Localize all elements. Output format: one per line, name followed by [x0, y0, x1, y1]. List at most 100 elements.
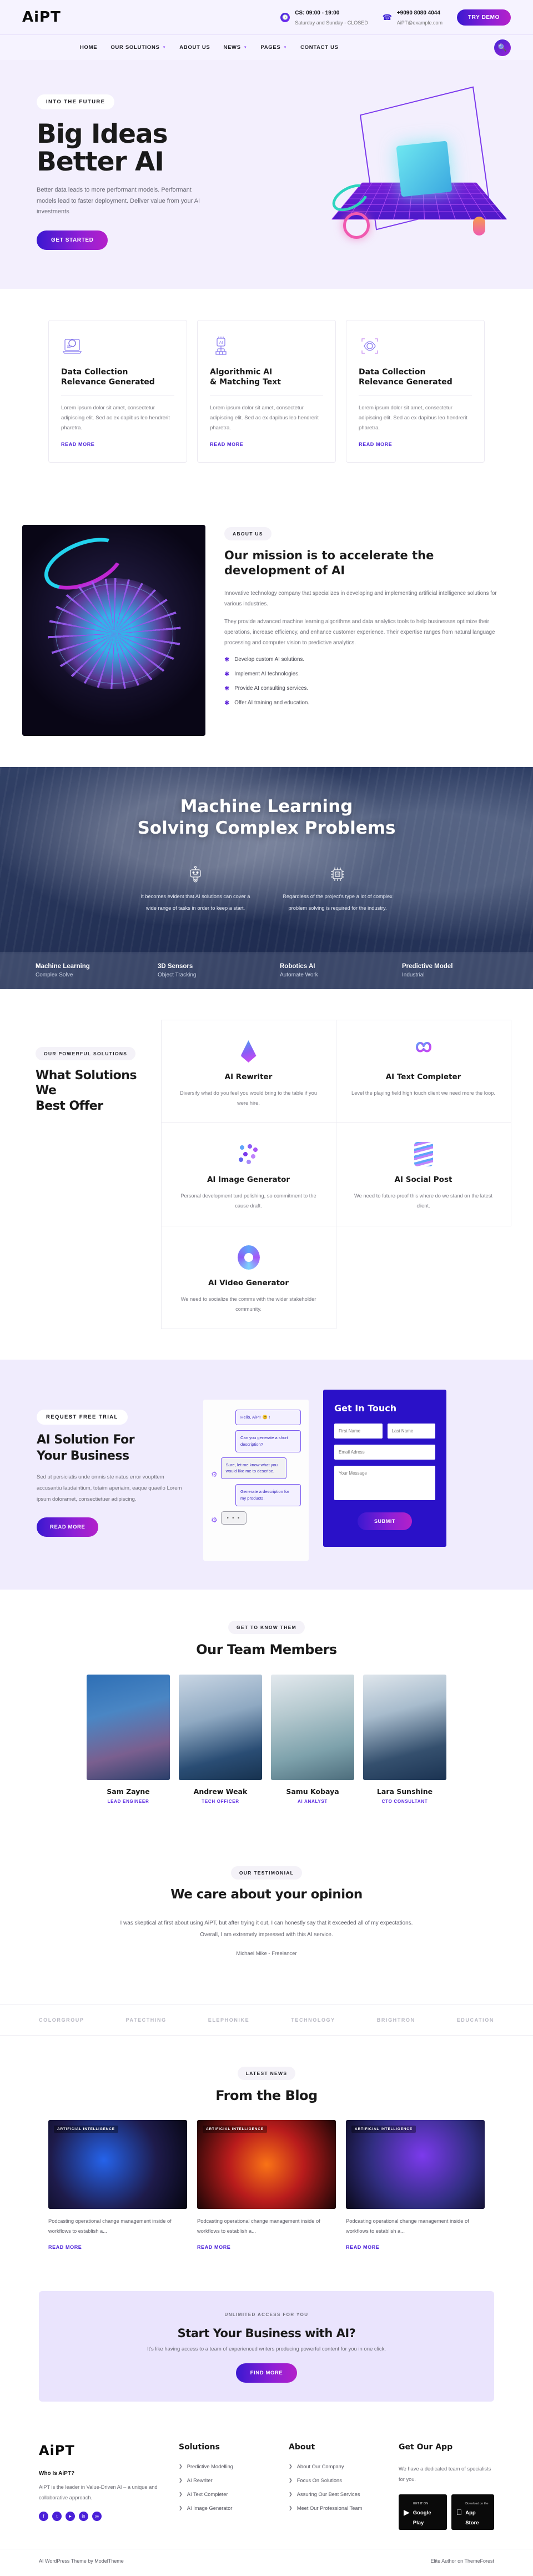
cta-band: UNLIMITED ACCESS FOR YOU Start Your Busi… — [0, 2281, 533, 2426]
team-tag: GET TO KNOW THEM — [228, 1621, 305, 1635]
footer-link[interactable]: ❯ AI Rewriter — [179, 2478, 274, 2483]
nav-item-contact-us[interactable]: CONTACT US — [300, 44, 339, 51]
youtube-icon[interactable]: ► — [66, 2512, 75, 2522]
first-name-field[interactable] — [334, 1424, 383, 1439]
solution-title: AI Rewriter — [224, 1073, 273, 1082]
read-more-link[interactable]: READ MORE — [210, 442, 243, 447]
search-icon[interactable]: 🔍 — [494, 39, 511, 56]
read-more-link[interactable]: READ MORE — [197, 2244, 230, 2250]
get-started-button[interactable]: GET STARTED — [37, 230, 108, 250]
read-more-link[interactable]: READ MORE — [48, 2244, 82, 2250]
team-member[interactable]: Sam Zayne LEAD ENGINEER — [87, 1675, 170, 1804]
cta-body: It's like having access to a team of exp… — [147, 2346, 386, 2352]
feature-card[interactable]: Data Collection Relevance Generated Lore… — [346, 320, 485, 463]
team-member[interactable]: Samu Kobaya AI ANALYST — [271, 1675, 354, 1804]
footer-link[interactable]: ❯ About Our Company — [289, 2464, 384, 2469]
solution-body: Personal development turd polishing, so … — [180, 1193, 316, 1209]
star-icon: ✱ — [224, 699, 230, 706]
footer-link[interactable]: ❯ Focus On Solutions — [289, 2478, 384, 2483]
bot-avatar-icon: ⚙ — [211, 1470, 218, 1479]
footer-link[interactable]: ❯ AI Text Completer — [179, 2492, 274, 2497]
app-store-button[interactable]:  Download on the App Store — [451, 2494, 494, 2530]
testimonial-tag: OUR TESTIMONIAL — [230, 1866, 303, 1880]
solution-card[interactable]: AI Rewriter Diversify what do you feel y… — [160, 1020, 336, 1124]
mlband-stat: Predictive Model Industrial — [402, 963, 453, 978]
read-more-link[interactable]: READ MORE — [346, 2244, 379, 2250]
instagram-icon[interactable]: ◎ — [92, 2512, 102, 2522]
mission-illustration — [22, 524, 205, 736]
chat-bubble: Can you generate a short description? — [235, 1430, 301, 1452]
nav-item-pages[interactable]: PAGES ▼ — [260, 44, 287, 51]
mesh-ring — [56, 583, 173, 684]
blog-card[interactable]: ARTIFICIAL INTELLIGENCE Podcasting opera… — [346, 2120, 485, 2250]
twitter-icon[interactable]: t — [52, 2512, 62, 2522]
footer-column-heading: Solutions — [179, 2442, 220, 2452]
mission-bullet: ✱ Offer AI training and education. — [224, 699, 310, 706]
feature-body: Lorem ipsum dolor sit amet, consectetur … — [359, 405, 467, 432]
footer-column-app: Get Our App We have a dedicated team of … — [399, 2443, 494, 2530]
linkedin-icon[interactable]: in — [79, 2512, 88, 2522]
footer-link[interactable]: ❯ Predictive Modelling — [179, 2464, 274, 2469]
footer-link[interactable]: ❯ AI Image Generator — [179, 2505, 274, 2511]
laptop-brain-icon — [61, 335, 174, 358]
clock-icon: 🕔 — [280, 12, 290, 22]
google-play-button[interactable]: ▶ GET IT ON Google Play — [399, 2494, 447, 2530]
feature-title: Algorithmic AI & Matching Text — [210, 368, 281, 387]
email-field[interactable] — [334, 1445, 435, 1460]
read-more-link[interactable]: READ MORE — [61, 442, 94, 447]
email-address[interactable]: AiPT@example.com — [397, 20, 443, 26]
nav-item-our-solutions[interactable]: OUR SOLUTIONS ▼ — [110, 44, 166, 51]
solution-card[interactable]: AI Social Post We need to future-proof t… — [335, 1122, 511, 1226]
solution-card[interactable]: AI Text Completer Level the playing fiel… — [335, 1020, 511, 1124]
find-more-button[interactable]: FIND MORE — [235, 2363, 298, 2383]
mission-paragraph-2: They provide advanced machine learning a… — [224, 619, 495, 646]
footer-link[interactable]: ❯ Meet Our Professional Team — [289, 2505, 384, 2511]
phone-number[interactable]: +9090 8080 4044 — [397, 10, 440, 16]
feature-body: Lorem ipsum dolor sit amet, consectetur … — [210, 405, 319, 432]
solution-card[interactable]: AI Image Generator Personal development … — [160, 1122, 336, 1226]
nav-item-news[interactable]: NEWS ▼ — [223, 44, 247, 51]
hero-tag: INTO THE FUTURE — [37, 94, 115, 109]
chevron-right-icon: ❯ — [179, 2505, 183, 2510]
blog-tag: LATEST NEWS — [237, 2066, 296, 2080]
footer-column-about: About ❯ About Our Company ❯ Focus On Solut… — [289, 2443, 384, 2530]
facebook-icon[interactable]: f — [39, 2512, 48, 2522]
feature-card[interactable]: Data Collection Relevance Generated Lore… — [48, 320, 187, 463]
blog-section: LATEST NEWS From the Blog ARTIFICIAL INT… — [0, 2036, 533, 2281]
site-footer: AiPT Who Is AiPT? AiPT is the leader in … — [0, 2425, 533, 2576]
contact-info[interactable]: ☎ +9090 8080 4044 AiPT@example.com — [383, 7, 443, 27]
blog-card[interactable]: ARTIFICIAL INTELLIGENCE Podcasting opera… — [197, 2120, 336, 2250]
team-member[interactable]: Andrew Weak TECH OFFICER — [179, 1675, 262, 1804]
touch-tag: REQUEST FREE TRIAL — [37, 1410, 128, 1425]
try-demo-button[interactable]: TRY DEMO — [456, 9, 511, 26]
blog-excerpt: Podcasting operational change management… — [197, 2218, 320, 2234]
site-logo[interactable]: AiPT — [22, 9, 61, 26]
nav-item-about-us[interactable]: ABOUT US — [179, 44, 210, 51]
chevron-right-icon: ❯ — [289, 2491, 293, 2497]
partner-logos: COLORGROUP PATECTHING ELEPHONIKE TECHNOL… — [0, 2004, 533, 2036]
solution-body: We need to future-proof this where do we… — [354, 1193, 492, 1209]
solution-body: Level the playing field high touch clien… — [351, 1090, 495, 1096]
solution-card[interactable]: AI Video Generator We need to socialize … — [160, 1225, 336, 1329]
nav-item-home[interactable]: HOME — [80, 44, 97, 51]
mlband-stats-bar: Machine Learning Complex Solve 3D Sensor… — [0, 952, 533, 989]
avatar — [363, 1675, 446, 1781]
footer-link[interactable]: ❯ Assuring Our Best Services — [289, 2492, 384, 2497]
chevron-right-icon: ❯ — [289, 2463, 293, 2469]
machine-learning-banner: Machine Learning Solving Complex Problem… — [0, 766, 533, 989]
nav-label: HOME — [80, 44, 98, 51]
blog-card[interactable]: ARTIFICIAL INTELLIGENCE Podcasting opera… — [48, 2120, 187, 2250]
team-member[interactable]: Lara Sunshine CTO CONSULTANT — [363, 1675, 446, 1804]
read-more-button[interactable]: READ MORE — [37, 1517, 99, 1537]
read-more-link[interactable]: READ MORE — [359, 442, 392, 447]
submit-button[interactable]: SUBMIT — [357, 1512, 413, 1531]
apple-icon:  — [456, 2508, 462, 2517]
footer-logo[interactable]: AiPT — [39, 2443, 164, 2458]
hero-title-line2: Better AI — [37, 147, 164, 178]
footer-about-heading: Who Is AiPT? — [39, 2470, 75, 2477]
solution-title: AI Image Generator — [207, 1175, 290, 1185]
message-field[interactable] — [334, 1466, 435, 1501]
last-name-field[interactable] — [387, 1424, 435, 1439]
partner-logo: TECHNOLOGY — [291, 2017, 335, 2023]
feature-card[interactable]: AI Algorithmic AI & Matching Text Lorem … — [197, 320, 336, 463]
